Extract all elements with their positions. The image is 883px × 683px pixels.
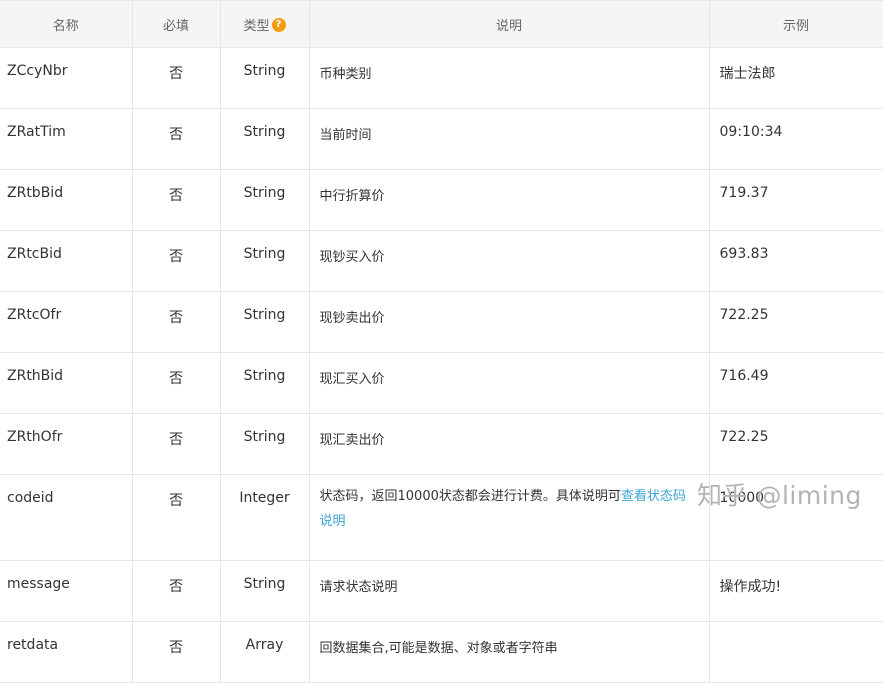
table-header-row: 名称 必填 类型? 说明 示例: [0, 0, 883, 48]
param-type: String: [219, 230, 310, 292]
header-type-label: 类型: [243, 18, 270, 34]
table-row: ZCcyNbr 否 String 币种类别 瑞士法郎: [0, 47, 883, 109]
param-description: 状态码，返回10000状态都会进行计费。具体说明可查看状态码说明: [308, 474, 710, 561]
param-type: String: [219, 169, 310, 231]
param-description: 当前时间: [308, 108, 710, 170]
param-required: 否: [131, 560, 221, 622]
header-example: 示例: [708, 0, 883, 48]
param-example: 操作成功!: [708, 560, 883, 622]
param-name: codeid: [0, 474, 133, 561]
param-required: 否: [131, 108, 221, 170]
param-description: 现汇买入价: [308, 352, 710, 414]
param-example: 719.37: [708, 169, 883, 231]
param-example: 瑞士法郎: [708, 47, 883, 109]
param-required: 否: [131, 230, 221, 292]
param-required: 否: [131, 291, 221, 353]
param-description: 现钞卖出价: [308, 291, 710, 353]
param-type: String: [219, 413, 310, 475]
param-name: ZRtcBid: [0, 230, 133, 292]
param-description: 币种类别: [308, 47, 710, 109]
param-required: 否: [131, 47, 221, 109]
header-required: 必填: [131, 0, 221, 48]
param-type: String: [219, 352, 310, 414]
param-name: ZRtcOfr: [0, 291, 133, 353]
param-example: 722.25: [708, 413, 883, 475]
header-type: 类型?: [219, 0, 310, 48]
param-example: [708, 621, 883, 683]
help-icon[interactable]: ?: [271, 17, 286, 32]
param-description: 现钞买入价: [308, 230, 710, 292]
param-example: 693.83: [708, 230, 883, 292]
param-description: 请求状态说明: [308, 560, 710, 622]
param-description-text: 状态码，返回10000状态都会进行计费。具体说明可: [319, 489, 621, 504]
param-name: ZRthOfr: [0, 413, 133, 475]
param-example: 722.25: [708, 291, 883, 353]
param-example: 716.49: [708, 352, 883, 414]
table-row: ZRtcOfr 否 String 现钞卖出价 722.25: [0, 291, 883, 353]
watermark: 知乎 @liming: [697, 481, 862, 510]
param-name: ZRthBid: [0, 352, 133, 414]
param-required: 否: [131, 621, 221, 683]
header-description: 说明: [308, 0, 710, 48]
param-name: ZCcyNbr: [0, 47, 133, 109]
table-row: retdata 否 Array 回数据集合,可能是数据、对象或者字符串: [0, 621, 883, 683]
header-name: 名称: [0, 0, 133, 48]
param-example: 09:10:34: [708, 108, 883, 170]
param-description: 现汇卖出价: [308, 413, 710, 475]
param-name: ZRatTim: [0, 108, 133, 170]
param-description: 回数据集合,可能是数据、对象或者字符串: [308, 621, 710, 683]
param-name: message: [0, 560, 133, 622]
param-type: String: [219, 47, 310, 109]
table-row: ZRtcBid 否 String 现钞买入价 693.83: [0, 230, 883, 292]
param-required: 否: [131, 413, 221, 475]
param-type: Array: [219, 621, 310, 683]
param-name: ZRtbBid: [0, 169, 133, 231]
param-type: String: [219, 560, 310, 622]
table-row: ZRthBid 否 String 现汇买入价 716.49: [0, 352, 883, 414]
param-type: Integer: [219, 474, 310, 561]
table-row: ZRthOfr 否 String 现汇卖出价 722.25: [0, 413, 883, 475]
param-required: 否: [131, 474, 221, 561]
table-row: ZRatTim 否 String 当前时间 09:10:34: [0, 108, 883, 170]
param-name: retdata: [0, 621, 133, 683]
param-type: String: [219, 291, 310, 353]
param-required: 否: [131, 352, 221, 414]
param-type: String: [219, 108, 310, 170]
param-description: 中行折算价: [308, 169, 710, 231]
api-param-table: 名称 必填 类型? 说明 示例 ZCcyNbr 否 String 币种类别 瑞士…: [0, 0, 883, 683]
table-row: message 否 String 请求状态说明 操作成功!: [0, 560, 883, 622]
table-row: ZRtbBid 否 String 中行折算价 719.37: [0, 169, 883, 231]
param-required: 否: [131, 169, 221, 231]
